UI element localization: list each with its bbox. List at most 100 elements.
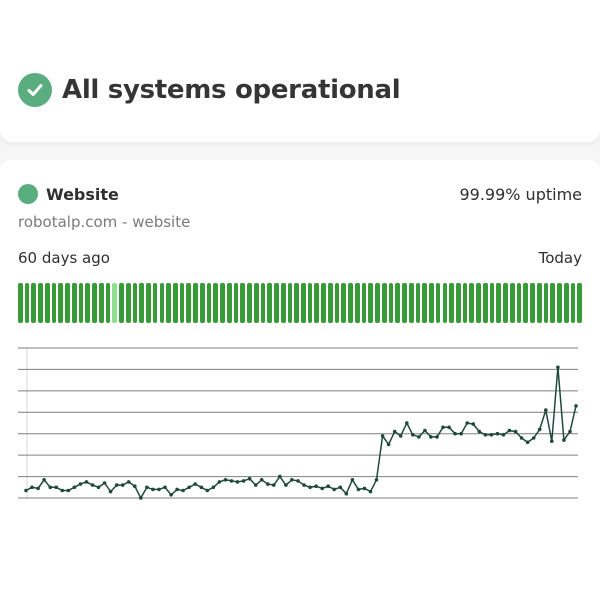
uptime-day-bar[interactable] [368,283,374,323]
uptime-day-bar[interactable] [287,283,293,323]
data-point [374,478,379,482]
uptime-day-bar[interactable] [543,283,549,323]
uptime-day-bar[interactable] [220,283,225,323]
data-point [574,404,578,408]
uptime-day-bar[interactable] [523,283,529,323]
uptime-day-bar[interactable] [152,283,158,323]
uptime-day-bar[interactable] [462,283,468,323]
uptime-day-bar[interactable] [247,283,252,323]
uptime-day-bar[interactable] [105,283,111,323]
uptime-day-bar[interactable] [139,283,145,323]
uptime-day-bar[interactable] [44,283,50,323]
uptime-day-bar[interactable] [112,283,118,323]
data-point [42,478,46,482]
uptime-day-bar[interactable] [381,283,387,323]
uptime-day-bar[interactable] [132,283,138,323]
uptime-day-bar[interactable] [455,283,461,323]
uptime-day-bar[interactable] [361,283,367,323]
uptime-day-bar[interactable] [496,283,502,323]
uptime-day-bar[interactable] [348,283,353,323]
uptime-day-bar[interactable] [166,283,171,323]
data-point [24,488,28,493]
uptime-day-bar[interactable] [193,283,198,323]
uptime-day-bar[interactable] [469,283,475,323]
uptime-day-bar[interactable] [314,283,320,323]
data-point [223,478,228,482]
uptime-day-bar[interactable] [557,283,562,323]
uptime-day-bar[interactable] [395,283,401,323]
uptime-day-bar[interactable] [327,283,333,323]
uptime-day-bar[interactable] [226,283,232,323]
uptime-day-bar[interactable] [260,283,266,323]
data-point [417,435,421,439]
uptime-day-bar[interactable] [334,283,340,323]
data-point [181,488,185,493]
uptime-day-bar[interactable] [267,283,273,323]
uptime-day-bar[interactable] [199,283,205,323]
uptime-day-bar[interactable] [119,283,124,323]
uptime-day-bar[interactable] [563,283,569,323]
uptime-day-bar[interactable] [536,283,542,323]
uptime-day-bar[interactable] [577,283,582,323]
uptime-day-bar[interactable] [98,283,104,323]
data-point [441,425,445,430]
data-point [235,480,240,484]
uptime-day-bar[interactable] [375,283,380,323]
monitor-name[interactable]: Website [46,185,119,204]
uptime-day-bar[interactable] [354,283,360,323]
uptime-day-bar[interactable] [206,283,212,323]
uptime-day-bar[interactable] [449,283,454,323]
uptime-day-bar[interactable] [570,283,576,323]
uptime-day-bar[interactable] [408,283,414,323]
uptime-day-bar[interactable] [516,283,522,323]
uptime-day-bar[interactable] [429,283,434,323]
uptime-day-bar[interactable] [71,283,77,323]
uptime-day-bar[interactable] [509,283,515,323]
uptime-day-bar[interactable] [92,283,97,323]
uptime-day-bar[interactable] [31,283,37,323]
uptime-day-bar[interactable] [125,283,131,323]
uptime-day-bar[interactable] [51,283,57,323]
uptime-day-bar[interactable] [476,283,481,323]
uptime-day-bar[interactable] [253,283,259,323]
uptime-day-bar[interactable] [18,283,23,323]
uptime-day-bar[interactable] [415,283,421,323]
uptime-day-bar[interactable] [442,283,448,323]
uptime-day-bar[interactable] [388,283,394,323]
data-point [229,479,234,483]
uptime-day-bar[interactable] [146,283,151,323]
uptime-day-bar[interactable] [550,283,556,323]
uptime-day-bar[interactable] [422,283,428,323]
uptime-day-bar[interactable] [280,283,286,323]
data-point [253,483,258,487]
uptime-value: 99.99% uptime [459,184,582,204]
data-point [471,422,476,426]
uptime-day-bar[interactable] [179,283,185,323]
uptime-day-bar[interactable] [78,283,84,323]
uptime-day-bar[interactable] [159,283,165,323]
uptime-day-bar[interactable] [482,283,488,323]
uptime-day-bar[interactable] [85,283,91,323]
uptime-day-bar[interactable] [489,283,495,323]
uptime-day-bar[interactable] [233,283,239,323]
uptime-day-bar[interactable] [186,283,192,323]
uptime-day-bar[interactable] [38,283,43,323]
check-circle-icon [18,73,52,107]
uptime-day-bar[interactable] [24,283,30,323]
uptime-day-bar[interactable] [530,283,535,323]
uptime-day-bar[interactable] [341,283,347,323]
uptime-day-bar[interactable] [402,283,407,323]
uptime-day-bar[interactable] [240,283,246,323]
uptime-day-bar[interactable] [172,283,178,323]
uptime-day-bar[interactable] [274,283,279,323]
uptime-day-bar[interactable] [65,283,70,323]
uptime-day-bar[interactable] [294,283,299,323]
uptime-day-bar[interactable] [307,283,313,323]
uptime-day-bar[interactable] [58,283,64,323]
data-point [163,485,167,490]
uptime-day-bar[interactable] [321,283,326,323]
uptime-day-bar[interactable] [213,283,219,323]
uptime-day-bar[interactable] [301,283,306,323]
uptime-day-bar[interactable] [435,283,441,323]
uptime-day-bar[interactable] [503,283,508,323]
